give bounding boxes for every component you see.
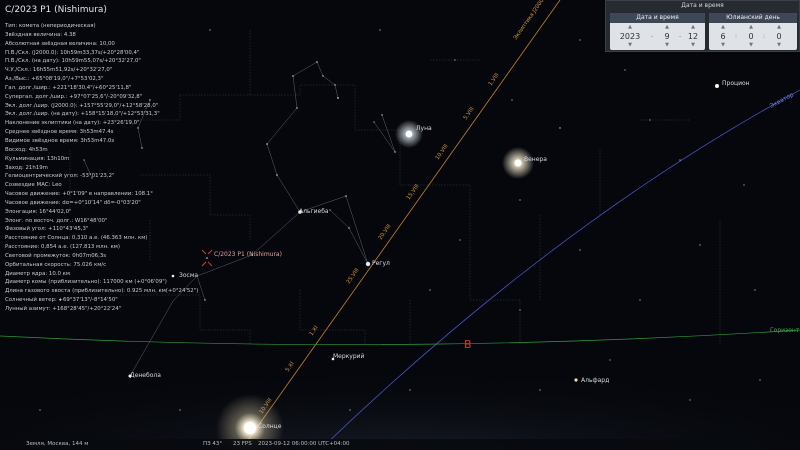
venus-label: Венера bbox=[524, 156, 547, 163]
object-info-line: Кульминация: 13h10m bbox=[5, 155, 70, 162]
minute-down-arrow-icon[interactable]: ▼ bbox=[745, 42, 757, 48]
object-info-line: Расстояние от Солнца: 0,310 а.е. (46.363… bbox=[5, 235, 148, 242]
time-separator: : bbox=[763, 33, 766, 40]
object-info-line: Элонг. по восточ. долг.: W16°48'00" bbox=[5, 217, 108, 224]
month-field[interactable]: 9 bbox=[660, 32, 674, 41]
object-info-line: Заход: 21h19m bbox=[5, 164, 48, 171]
time-spinners: ▲ 6 ▼ : ▲ 0 ▼ : ▲ 0 ▼ bbox=[709, 23, 797, 50]
object-info-line: Аз./Выс.: +65°08'19,0"/+7°53'02,3" bbox=[5, 76, 104, 83]
datetime-panel[interactable]: Дата и время Дата и время ▲ 2023 ▼ - ▲ 9… bbox=[605, 0, 800, 52]
moon-label: Луна bbox=[416, 125, 432, 132]
object-info-line: Среднее звёздное время: 3h53m47.4s bbox=[5, 129, 114, 136]
hour-down-arrow-icon[interactable]: ▼ bbox=[717, 42, 729, 48]
horizon-label: Горизонт bbox=[770, 327, 800, 334]
horizon-haze bbox=[0, 330, 800, 450]
regulus-star[interactable]: Регул bbox=[365, 260, 390, 267]
object-info-line: Диаметр комы (приблизительно): 117000 км… bbox=[5, 279, 167, 286]
svg-text:25.VIII: 25.VIII bbox=[346, 267, 361, 285]
day-up-arrow-icon[interactable]: ▲ bbox=[686, 24, 700, 30]
minute-field[interactable]: 0 bbox=[745, 32, 757, 41]
minute-up-arrow-icon[interactable]: ▲ bbox=[745, 24, 757, 30]
object-info-line: Солнечный ветер: +69°37'13"/-8°14'50" bbox=[5, 297, 118, 304]
procyon-star[interactable]: Процион bbox=[715, 80, 750, 88]
equator-label: Экватор bbox=[769, 91, 795, 109]
object-info-line: Орбитальная скорость: 75.026 км/с bbox=[5, 261, 107, 268]
month-down-arrow-icon[interactable]: ▼ bbox=[660, 42, 674, 48]
object-info-line: Элонгация: 16°44'02,0" bbox=[5, 208, 72, 215]
moon[interactable]: Луна bbox=[395, 120, 432, 148]
denebola-label: Денебола bbox=[130, 372, 161, 379]
object-info-line: П.В./Скл. (J2000.0): 10h59m33,37s/+20°28… bbox=[5, 49, 140, 56]
object-info-line: Восход: 4h53m bbox=[5, 146, 48, 153]
day-down-arrow-icon[interactable]: ▼ bbox=[686, 42, 700, 48]
object-info-line: Наклонение эклиптики (на дату): +23°26'1… bbox=[5, 120, 140, 127]
object-info-line: П.В./Скл. (на дату): 10h59m55,07s/+20°32… bbox=[5, 58, 141, 65]
object-info-line: Созвездие МАС: Leo bbox=[5, 182, 62, 189]
date-separator: - bbox=[679, 33, 682, 40]
object-info-line: Часовое движение: +0°1'09" в направлении… bbox=[5, 191, 153, 198]
object-info-line: Ч.У./Скл.: 16h55m51,92s/+20°32'27,0" bbox=[5, 67, 113, 74]
object-info-line: Лунный азимут: +168°28'45"/+20°22'24" bbox=[5, 306, 122, 312]
year-down-arrow-icon[interactable]: ▼ bbox=[622, 42, 638, 48]
object-info-line: Фазовый угол: +110°43'45,3" bbox=[5, 226, 89, 233]
month-up-arrow-icon[interactable]: ▲ bbox=[660, 24, 674, 30]
object-info-line: Расстояние: 0,854 а.е. (127.813 млн. км) bbox=[5, 244, 120, 251]
object-info-line: Супергал. долг./шир.: +97°07'25,6"/-20°0… bbox=[5, 93, 143, 100]
cardinal-east-label: В bbox=[464, 338, 472, 351]
tab-julian-day[interactable]: Юлианский день bbox=[709, 13, 797, 23]
object-info-line: Видимое звёздное время: 3h53m47.0s bbox=[5, 137, 115, 144]
status-fps: 23 FPS bbox=[233, 441, 252, 447]
julian-day-box: Юлианский день ▲ 6 ▼ : ▲ 0 ▼ : ▲ 0 ▼ bbox=[709, 13, 797, 50]
year-up-arrow-icon[interactable]: ▲ bbox=[622, 24, 638, 30]
algieba-star[interactable]: Альгиеба bbox=[298, 208, 329, 215]
object-info-line: Тип: комета (непериодическая) bbox=[5, 23, 96, 29]
object-info-line: Экл. долг./шир. (J2000.0): +157°55'29,0"… bbox=[5, 102, 159, 109]
date-separator: - bbox=[651, 33, 654, 40]
date-spinners: ▲ 2023 ▼ - ▲ 9 ▼ - ▲ 12 ▼ bbox=[610, 23, 705, 50]
venus[interactable]: Венера bbox=[502, 147, 547, 179]
object-info-panel: C/2023 P1 (Nishimura) Тип: комета (непер… bbox=[5, 5, 245, 314]
object-info-line: Диаметр ядра: 10.0 км bbox=[5, 270, 70, 277]
denebola-star[interactable]: Денебола bbox=[128, 372, 162, 379]
year-field[interactable]: 2023 bbox=[618, 32, 642, 41]
hour-up-arrow-icon[interactable]: ▲ bbox=[717, 24, 729, 30]
status-fov: ПЗ 43° bbox=[203, 441, 223, 447]
object-info-line: Гелиоцентрический угол: -53°01'23,2" bbox=[5, 173, 115, 180]
object-info-line: Длина газового хвоста (приблизительно): … bbox=[5, 288, 199, 295]
second-up-arrow-icon[interactable]: ▲ bbox=[773, 24, 785, 30]
mercury-label: Меркурий bbox=[333, 353, 365, 360]
alphard-label: Альфард bbox=[581, 377, 609, 384]
mercury[interactable]: Меркурий bbox=[331, 353, 365, 361]
object-info-line: Световой промежуток: 0h07m06,3s bbox=[5, 252, 107, 259]
sun-label: Солнце bbox=[258, 423, 282, 430]
status-bar: Земля, Москва, 144 м ПЗ 43° 23 FPS 2023-… bbox=[0, 439, 800, 450]
date-box: Дата и время ▲ 2023 ▼ - ▲ 9 ▼ - ▲ 12 ▼ bbox=[610, 13, 705, 50]
svg-text:5.VIII: 5.VIII bbox=[463, 106, 476, 121]
svg-text:1.VIII: 1.VIII bbox=[488, 72, 501, 87]
second-field[interactable]: 0 bbox=[773, 32, 785, 41]
time-separator: : bbox=[735, 33, 738, 40]
tab-date-time[interactable]: Дата и время bbox=[610, 13, 705, 23]
object-info-line: Часовое движение: dα=+0°10'14" dδ=-0°03'… bbox=[5, 199, 141, 206]
status-datetime[interactable]: 2023-09-12 06:00:00 UTC+04:00 bbox=[258, 439, 350, 450]
object-info-lines: Тип: комета (непериодическая) Звёздная ве… bbox=[5, 22, 245, 314]
status-location[interactable]: Земля, Москва, 144 м bbox=[26, 439, 88, 450]
day-field[interactable]: 12 bbox=[686, 32, 700, 41]
object-info-line: Экл. долг./шир. (на дату): +158°15'18,0"… bbox=[5, 111, 160, 118]
object-info-line: Абсолютная звёздная величина: 10,00 bbox=[5, 40, 115, 47]
object-info-line: Гал. долг./шир.: +221°18'30,4"/+60°25'11… bbox=[5, 84, 132, 91]
hour-field[interactable]: 6 bbox=[717, 32, 729, 41]
object-title: C/2023 P1 (Nishimura) bbox=[5, 5, 107, 15]
datetime-panel-title: Дата и время bbox=[681, 2, 724, 9]
object-info-line: Звёздная величина: 4.38 bbox=[5, 31, 76, 38]
algieba-label: Альгиеба bbox=[299, 208, 329, 215]
regulus-label: Регул bbox=[372, 260, 390, 267]
procyon-label: Процион bbox=[722, 80, 750, 87]
svg-text:15.VIII: 15.VIII bbox=[406, 183, 421, 201]
ecliptic-label: Эклиптика J2000 bbox=[513, 0, 546, 41]
second-down-arrow-icon[interactable]: ▼ bbox=[773, 42, 785, 48]
